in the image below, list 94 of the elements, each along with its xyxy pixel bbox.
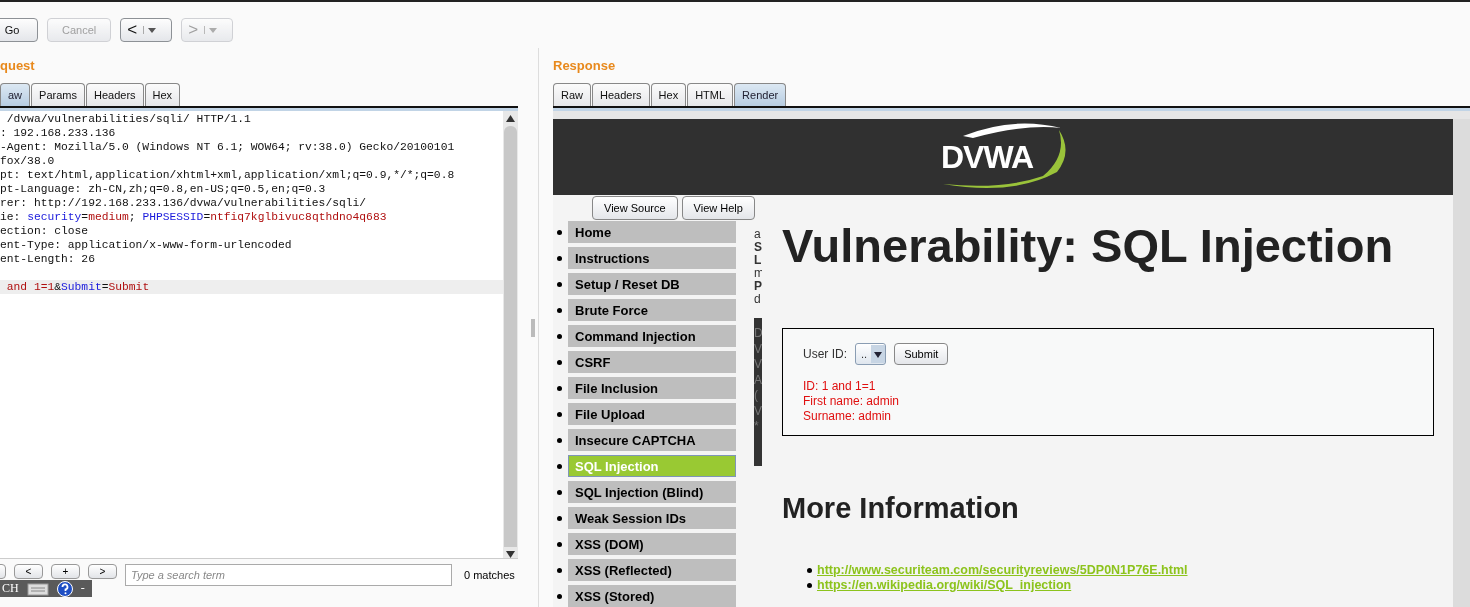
search-nav-button[interactable]: + xyxy=(51,564,80,579)
bullet-icon xyxy=(807,567,812,573)
bullet-icon xyxy=(557,307,562,313)
code-line: pt: text/html,application/xhtml+xml,application/xml;q=0.9,*/*;q=0.8 xyxy=(0,168,456,182)
view-button[interactable]: View Help xyxy=(681,196,755,220)
submit-button[interactable]: Submit xyxy=(894,343,949,365)
menu-item[interactable]: Home xyxy=(568,221,736,243)
clipped-text: ( xyxy=(754,388,759,404)
caret-icon xyxy=(204,26,218,34)
keyboard-icon[interactable] xyxy=(26,581,49,596)
splitter-handle-icon[interactable] xyxy=(531,318,535,337)
bullet-icon xyxy=(557,489,562,495)
result-text: ID: 1 and 1=1 xyxy=(803,379,877,394)
menu-item[interactable]: Insecure CAPTCHA xyxy=(568,429,736,451)
clipped-text: * xyxy=(754,419,760,435)
down-arrow-icon[interactable] xyxy=(506,551,516,558)
field-label: User ID: xyxy=(803,347,847,361)
code-line: ent-Type: application/x-www-form-urlencoded xyxy=(0,238,293,252)
search-nav-button[interactable]: < xyxy=(14,564,43,579)
tab[interactable]: Hex xyxy=(650,83,687,106)
menu-item[interactable]: File Inclusion xyxy=(568,377,736,399)
code-line: : 192.168.233.136 xyxy=(0,126,117,140)
user-id-select[interactable]: .. xyxy=(855,343,887,365)
clipped-text: D xyxy=(754,326,762,342)
up-arrow-icon[interactable] xyxy=(506,115,516,122)
search-field[interactable]: Type a search term xyxy=(125,564,452,586)
bullet-icon xyxy=(557,255,562,261)
bullet-icon xyxy=(557,411,562,417)
panel-heading: Response xyxy=(553,57,617,75)
clipped-text: a xyxy=(754,228,762,241)
clipped-text: V xyxy=(754,341,762,357)
code-line: pt-Language: zh-CN,zh;q=0.8,en-US;q=0.5,en;q=0.3 xyxy=(0,182,327,196)
toolbar-button[interactable]: Go xyxy=(0,18,38,42)
bullet-icon xyxy=(557,593,562,599)
clipped-text: L xyxy=(754,254,762,267)
clipped-text: A xyxy=(754,372,762,388)
menu-item[interactable]: XSS (Stored) xyxy=(568,585,736,607)
tab[interactable]: Params xyxy=(31,83,85,106)
menu-item[interactable]: Weak Session IDs xyxy=(568,507,736,529)
clipped-text: P xyxy=(754,280,762,293)
code-line: fox/38.0 xyxy=(0,154,56,168)
code-line: ection: close xyxy=(0,224,90,238)
menu-item[interactable]: Command Injection xyxy=(568,325,736,347)
tab[interactable]: HTML xyxy=(687,83,734,106)
tab[interactable]: Render xyxy=(734,83,787,106)
menu-item[interactable]: Instructions xyxy=(568,247,736,269)
history-button[interactable]: < xyxy=(120,18,173,42)
section-heading: More Information xyxy=(782,492,1020,525)
tab[interactable]: Hex xyxy=(144,83,181,106)
view-button[interactable]: View Source xyxy=(592,196,678,220)
code-line: ie: security=medium; PHPSESSID=ntfiq7kglbivuc8qthdno4q683 xyxy=(0,210,388,224)
code-line: ent-Length: 26 xyxy=(0,252,96,266)
menu-item[interactable]: File Upload xyxy=(568,403,736,425)
match-count: 0 matches xyxy=(464,568,515,583)
tab[interactable]: Headers xyxy=(592,83,650,106)
bullet-icon xyxy=(557,541,562,547)
menu-item[interactable]: XSS (DOM) xyxy=(568,533,736,555)
minimize-button[interactable]: - xyxy=(80,581,85,596)
logo: DVWA xyxy=(941,138,1033,176)
search-nav-button[interactable]: > xyxy=(88,564,117,579)
bullet-icon xyxy=(557,437,562,443)
bullet-icon xyxy=(807,582,812,588)
bullet-icon xyxy=(557,463,562,469)
menu-item[interactable]: Brute Force xyxy=(568,299,736,321)
bullet-icon xyxy=(557,281,562,287)
code-line: /dvwa/vulnerabilities/sqli/ HTTP/1.1 xyxy=(5,112,252,126)
bullet-icon xyxy=(557,359,562,365)
page-title: Vulnerability: SQL Injection xyxy=(782,218,1395,274)
tab[interactable]: Headers xyxy=(85,83,144,106)
menu-item[interactable]: CSRF xyxy=(568,351,736,373)
menu-item[interactable]: XSS (Reflected) xyxy=(568,559,736,581)
caret-icon xyxy=(143,26,157,34)
tab[interactable]: aw xyxy=(0,83,31,106)
code-line: rer: http://192.168.233.136/dvwa/vulnerabilities/sqli/ xyxy=(0,196,368,210)
panel-heading: quest xyxy=(0,57,36,75)
clipped-text: S xyxy=(754,241,762,254)
bullet-icon xyxy=(557,229,562,235)
clipped-text: d xyxy=(754,293,762,306)
ime-language[interactable]: CH xyxy=(2,581,19,596)
menu-item[interactable]: Setup / Reset DB xyxy=(568,273,736,295)
result-text: Surname: admin xyxy=(803,409,893,424)
scrollbar[interactable] xyxy=(1453,119,1470,607)
clipped-text: V xyxy=(754,357,762,373)
result-text: First name: admin xyxy=(803,394,901,409)
code-line: -Agent: Mozilla/5.0 (Windows NT 6.1; WOW64; rv:38.0) Gecko/20100101 xyxy=(0,140,456,154)
clipped-text: V xyxy=(754,403,762,419)
menu-item[interactable]: SQL Injection (Blind) xyxy=(568,481,736,503)
tab[interactable]: Raw xyxy=(553,83,591,106)
scrollbar[interactable] xyxy=(503,111,519,558)
help-icon[interactable] xyxy=(56,580,73,597)
bullet-icon xyxy=(557,567,562,573)
bullet-icon xyxy=(557,333,562,339)
bullet-icon xyxy=(557,515,562,521)
bullet-icon xyxy=(557,385,562,391)
